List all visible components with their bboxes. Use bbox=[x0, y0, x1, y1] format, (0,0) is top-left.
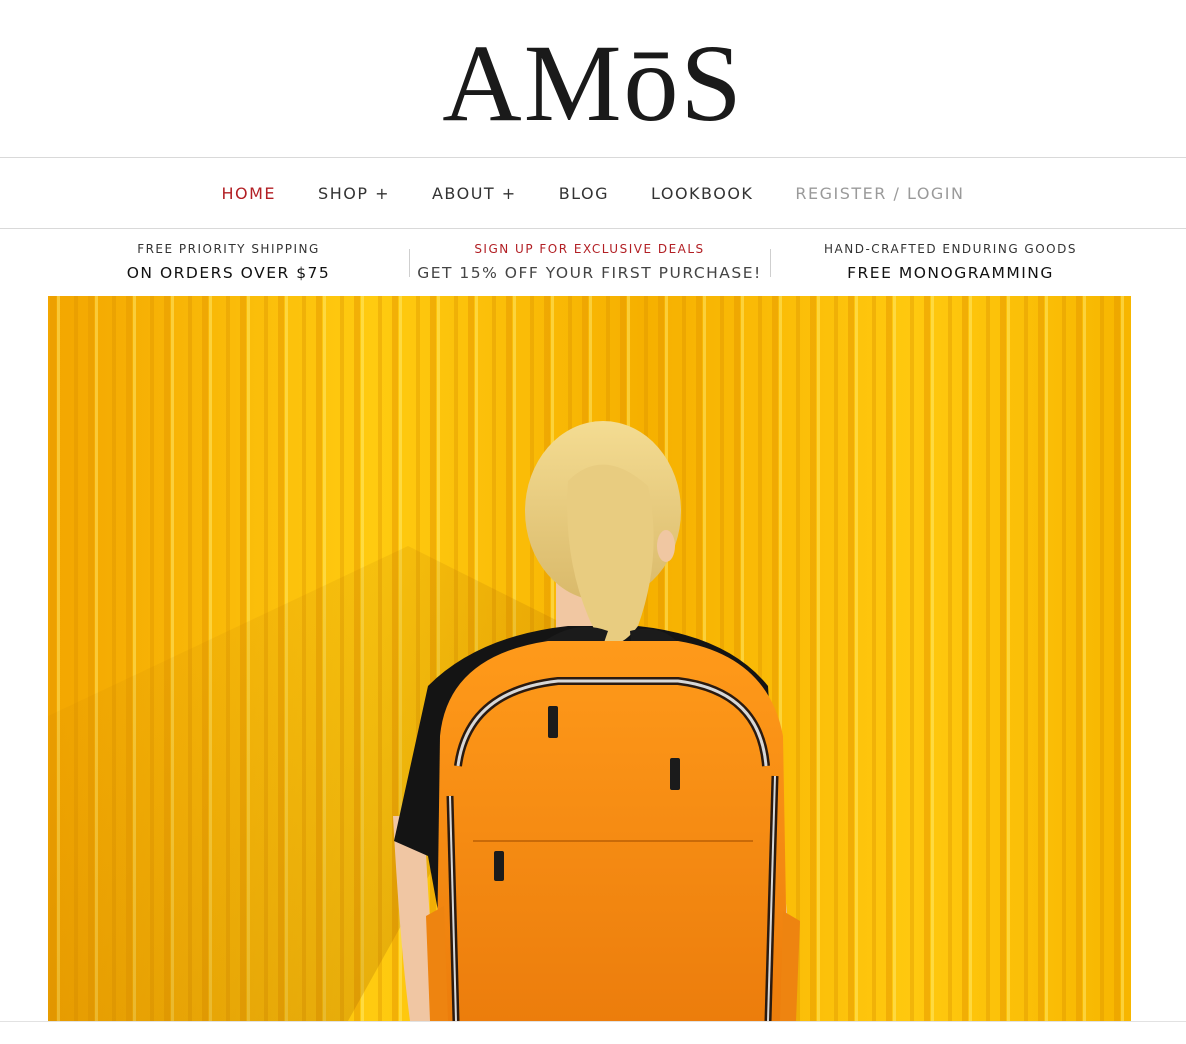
promo-monogram-kicker: HAND-CRAFTED ENDURING GOODS bbox=[824, 242, 1077, 256]
promo-shipping-kicker: FREE PRIORITY SHIPPING bbox=[137, 242, 320, 256]
footer-divider bbox=[0, 1021, 1186, 1022]
logo-area: AMōS bbox=[0, 0, 1186, 157]
nav-about[interactable]: ABOUT + bbox=[432, 184, 517, 203]
brand-logo[interactable]: AMōS bbox=[442, 28, 743, 138]
promo-monogram[interactable]: HAND-CRAFTED ENDURING GOODS FREE MONOGRA… bbox=[770, 229, 1131, 295]
nav-shop[interactable]: SHOP + bbox=[318, 184, 390, 203]
nav-home[interactable]: HOME bbox=[222, 184, 277, 203]
promo-bar: FREE PRIORITY SHIPPING ON ORDERS OVER $7… bbox=[48, 229, 1131, 295]
hero-image[interactable] bbox=[48, 296, 1131, 1021]
promo-signup[interactable]: SIGN UP FOR EXCLUSIVE DEALS GET 15% OFF … bbox=[409, 229, 770, 295]
nav-register-login[interactable]: REGISTER / LOGIN bbox=[795, 184, 964, 203]
hero-illustration bbox=[48, 296, 1131, 1021]
promo-shipping[interactable]: FREE PRIORITY SHIPPING ON ORDERS OVER $7… bbox=[48, 229, 409, 295]
main-nav: HOME SHOP + ABOUT + BLOG LOOKBOOK REGIST… bbox=[0, 158, 1186, 228]
promo-signup-headline: GET 15% OFF YOUR FIRST PURCHASE! bbox=[417, 264, 762, 282]
promo-shipping-headline: ON ORDERS OVER $75 bbox=[126, 264, 331, 282]
promo-monogram-headline: FREE MONOGRAMMING bbox=[847, 264, 1054, 282]
nav-blog[interactable]: BLOG bbox=[559, 184, 609, 203]
promo-signup-kicker: SIGN UP FOR EXCLUSIVE DEALS bbox=[474, 242, 705, 256]
nav-lookbook[interactable]: LOOKBOOK bbox=[651, 184, 753, 203]
